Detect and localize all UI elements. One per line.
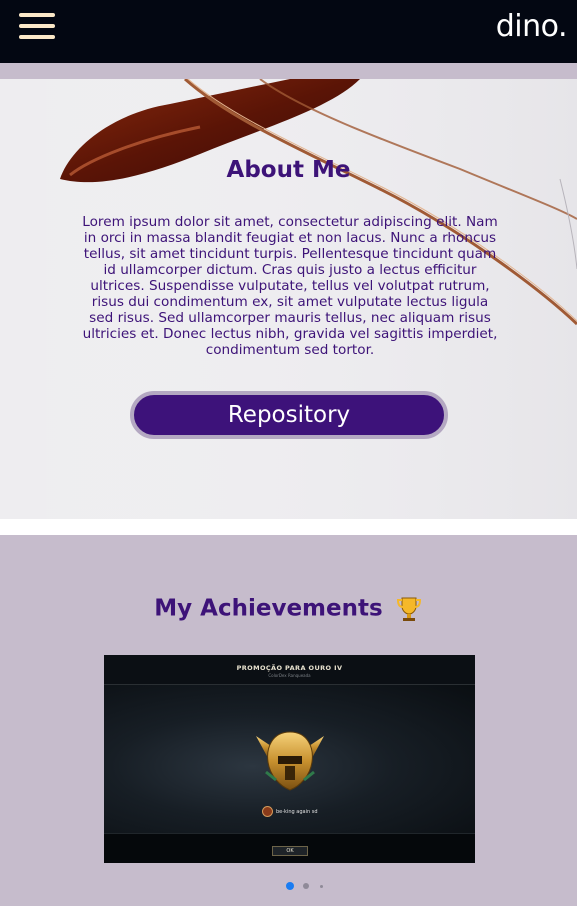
ok-button[interactable]: OK bbox=[272, 846, 308, 856]
divider-band bbox=[0, 63, 577, 79]
menu-line bbox=[19, 35, 55, 39]
carousel-dot[interactable] bbox=[320, 885, 323, 888]
carousel-indicators bbox=[0, 880, 577, 892]
brand-logo[interactable]: dino. bbox=[496, 9, 568, 44]
slide-title: PROMOÇÃO PARA OURO IV bbox=[236, 664, 343, 672]
menu-line bbox=[19, 13, 55, 17]
trophy-icon bbox=[396, 597, 421, 621]
hamburger-menu-icon[interactable] bbox=[19, 13, 55, 39]
achievements-section: My Achievements PROMOÇÃO PARA OURO IV Co… bbox=[0, 535, 577, 906]
player-name: be-king again sd bbox=[262, 806, 318, 817]
menu-line bbox=[19, 24, 55, 28]
achievements-title-text: My Achievements bbox=[154, 595, 383, 622]
carousel-dot[interactable] bbox=[303, 883, 309, 889]
achievement-slide[interactable]: PROMOÇÃO PARA OURO IV ColorDex Ranqueada… bbox=[104, 655, 475, 863]
carousel-dot-active[interactable] bbox=[286, 882, 294, 890]
achievements-title: My Achievements bbox=[0, 595, 577, 623]
about-section: About Me Lorem ipsum dolor sit amet, con… bbox=[0, 79, 577, 519]
slide-header: PROMOÇÃO PARA OURO IV ColorDex Ranqueada bbox=[104, 655, 475, 685]
repository-button[interactable]: Repository bbox=[130, 391, 448, 439]
gold-rank-crest-icon bbox=[256, 731, 324, 791]
about-paragraph: Lorem ipsum dolor sit amet, consectetur … bbox=[82, 214, 498, 358]
player-name-text: be-king again sd bbox=[276, 809, 318, 815]
slide-subtitle: ColorDex Ranqueada bbox=[268, 673, 311, 678]
about-title: About Me bbox=[226, 157, 351, 183]
player-avatar bbox=[262, 806, 273, 817]
top-navbar: dino. bbox=[0, 0, 577, 63]
section-divider bbox=[0, 519, 577, 535]
